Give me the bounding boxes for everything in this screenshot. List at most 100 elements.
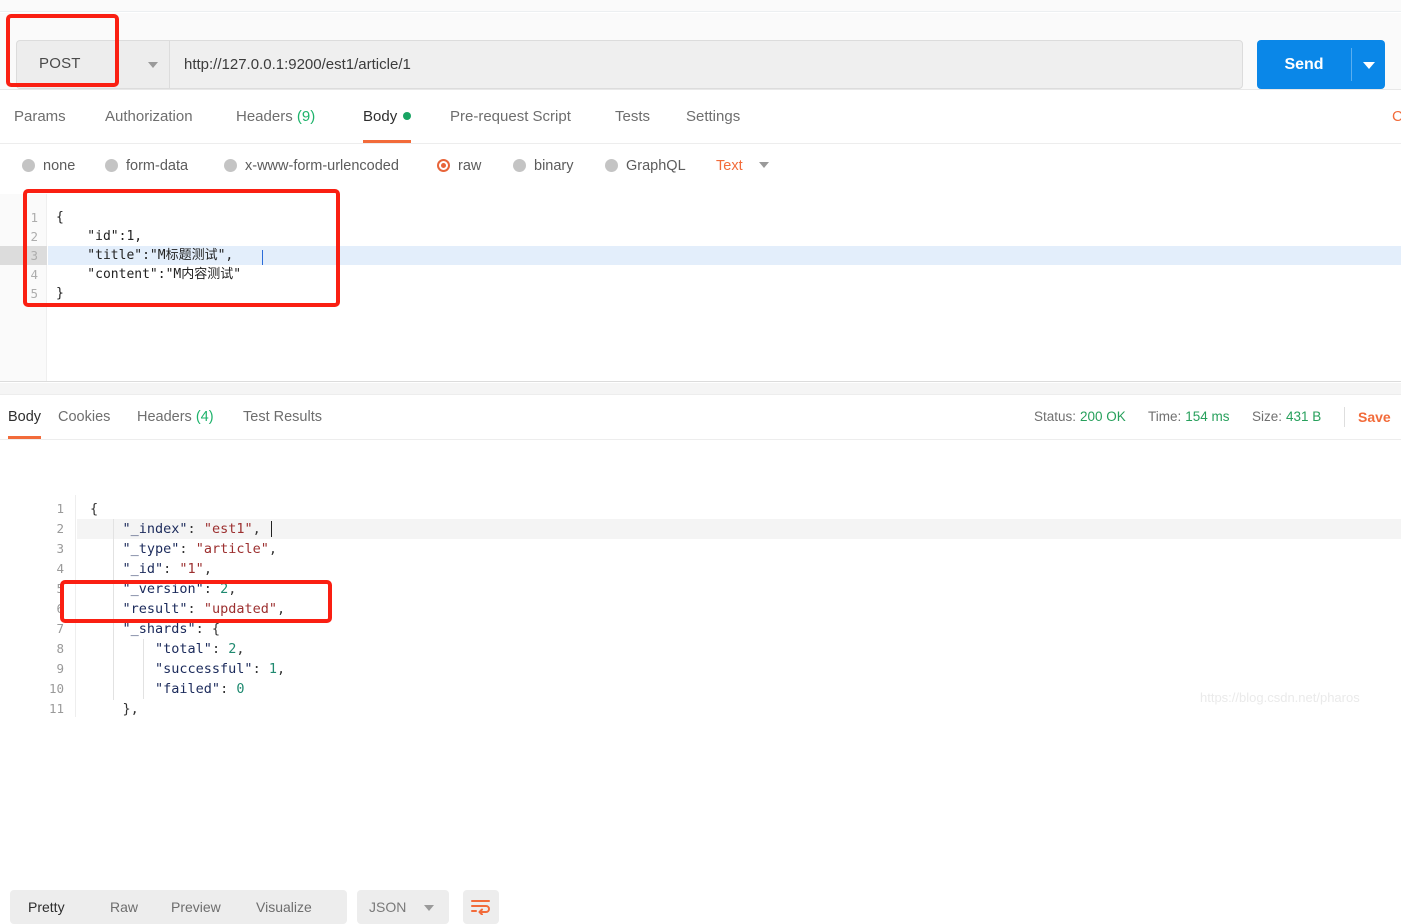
response-tab-body-label: Body bbox=[8, 409, 42, 425]
response-tab-headers-count: (4) bbox=[195, 409, 214, 425]
line-number: 7 bbox=[56, 621, 64, 636]
response-tab-headers-label: Headers bbox=[137, 409, 192, 425]
body-type-raw[interactable]: raw bbox=[437, 158, 481, 180]
save-response-button[interactable]: Save bbox=[1358, 395, 1401, 439]
response-view-mode-group: Pretty Raw Preview Visualize bbox=[10, 890, 347, 924]
line-number: 3 bbox=[30, 248, 38, 263]
response-tab-cookies[interactable]: Cookies bbox=[58, 395, 110, 439]
raw-format-selector[interactable]: Text bbox=[716, 158, 769, 174]
request-tab-bar: Params Authorization Headers (9) Body Pr… bbox=[0, 91, 1401, 144]
tab-params[interactable]: Params bbox=[14, 91, 66, 143]
response-tab-cookies-label: Cookies bbox=[58, 409, 111, 425]
body-type-x-www-form-urlencoded[interactable]: x-www-form-urlencoded bbox=[224, 158, 399, 180]
send-options-chevron-down-icon[interactable] bbox=[1363, 62, 1375, 69]
body-type-form-data-label: form-data bbox=[126, 158, 189, 174]
body-type-binary[interactable]: binary bbox=[513, 158, 574, 180]
radio-icon bbox=[224, 158, 237, 172]
request-body-line: "content":"M内容测试" bbox=[56, 267, 242, 282]
time-badge: Time: 154 ms bbox=[1148, 395, 1230, 439]
request-body-line: "title":"M标题测试", bbox=[56, 248, 234, 263]
response-body-line: "failed": 0 bbox=[155, 681, 245, 697]
line-number: 5 bbox=[30, 286, 38, 301]
request-code-area[interactable]: { "id":1, "title":"M标题测试", "content":"M内… bbox=[48, 194, 1401, 381]
response-format-selector[interactable]: JSON bbox=[357, 890, 449, 924]
time-label: Time: bbox=[1148, 409, 1182, 424]
response-body-line: "_type": "article", bbox=[122, 541, 277, 557]
watermark: https://blog.csdn.net/pharos bbox=[1200, 690, 1360, 705]
tab-body[interactable]: Body bbox=[363, 91, 412, 143]
size-badge: Size: 431 B bbox=[1252, 395, 1321, 439]
view-mode-preview[interactable]: Preview bbox=[171, 890, 221, 924]
response-body-line: "_id": "1", bbox=[122, 561, 212, 577]
response-body-line: "total": 2, bbox=[155, 641, 245, 657]
response-tab-headers[interactable]: Headers (4) bbox=[137, 395, 214, 439]
tab-headers[interactable]: Headers (9) bbox=[236, 91, 315, 143]
response-tab-body[interactable]: Body bbox=[8, 395, 42, 439]
http-method-label: POST bbox=[39, 55, 81, 72]
send-button-label: Send bbox=[1284, 56, 1324, 73]
body-type-raw-label: raw bbox=[458, 158, 482, 174]
http-method-selector[interactable]: POST bbox=[16, 40, 137, 89]
tab-authorization-label: Authorization bbox=[105, 108, 193, 125]
tab-headers-label: Headers bbox=[236, 108, 293, 125]
chevron-down-icon bbox=[424, 905, 434, 911]
response-tab-test-results-label: Test Results bbox=[243, 409, 322, 425]
tab-settings-label: Settings bbox=[686, 108, 741, 125]
line-number: 10 bbox=[48, 681, 64, 696]
response-body-line: "_version": 2, bbox=[122, 581, 237, 597]
body-type-graphql-label: GraphQL bbox=[626, 158, 686, 174]
line-number: 5 bbox=[56, 581, 64, 596]
request-body-editor[interactable]: 1 2 3 4 5 { "id":1, "title":"M标题测试", "co… bbox=[0, 194, 1401, 382]
response-format-label: JSON bbox=[369, 899, 407, 915]
status-value: 200 OK bbox=[1080, 409, 1126, 424]
view-mode-pretty[interactable]: Pretty bbox=[28, 890, 65, 924]
radio-icon bbox=[22, 158, 35, 172]
body-type-none-label: none bbox=[43, 158, 76, 174]
radio-icon bbox=[105, 158, 118, 172]
url-input[interactable]: http://127.0.0.1:9200/est1/article/1 bbox=[169, 40, 1243, 89]
response-divider-band bbox=[0, 383, 1401, 395]
response-view-toolbar: Pretty Raw Preview Visualize JSON bbox=[0, 440, 1401, 924]
view-mode-pretty-label: Pretty bbox=[28, 899, 65, 915]
response-body-viewer[interactable]: 1 2 3 4 5 6 7 8 9 10 11 { "_index": "est… bbox=[0, 495, 1401, 717]
view-mode-visualize[interactable]: Visualize bbox=[256, 890, 312, 924]
line-number: 3 bbox=[56, 541, 64, 556]
chevron-down-icon bbox=[148, 61, 158, 68]
line-number: 11 bbox=[48, 701, 64, 716]
response-body-line: "successful": 1, bbox=[155, 661, 286, 677]
body-type-none[interactable]: none bbox=[22, 158, 75, 180]
radio-icon bbox=[513, 158, 526, 172]
raw-format-label: Text bbox=[716, 158, 743, 174]
tab-settings[interactable]: Settings bbox=[686, 91, 740, 143]
body-type-form-data[interactable]: form-data bbox=[105, 158, 188, 180]
view-mode-raw[interactable]: Raw bbox=[110, 890, 138, 924]
view-mode-preview-label: Preview bbox=[171, 899, 221, 915]
body-modified-dot-icon bbox=[403, 112, 412, 121]
radio-icon bbox=[605, 158, 618, 172]
response-text-caret bbox=[271, 521, 272, 537]
status-label: Status: bbox=[1034, 409, 1077, 424]
line-number: 4 bbox=[56, 561, 64, 576]
http-method-dropdown-toggle[interactable] bbox=[137, 40, 169, 89]
response-active-line-highlight bbox=[77, 519, 1401, 539]
line-number: 1 bbox=[56, 501, 64, 516]
window-top-strip bbox=[0, 0, 1401, 12]
send-button[interactable]: Send bbox=[1257, 40, 1385, 89]
line-number: 1 bbox=[30, 210, 38, 225]
status-divider bbox=[1344, 407, 1345, 427]
tab-tests[interactable]: Tests bbox=[615, 91, 650, 143]
body-type-graphql[interactable]: GraphQL bbox=[605, 158, 686, 180]
tab-authorization[interactable]: Authorization bbox=[105, 91, 193, 143]
line-number: 2 bbox=[30, 229, 38, 244]
tab-pre-request-script[interactable]: Pre-request Script bbox=[450, 91, 571, 143]
cookies-link-clipped[interactable]: C bbox=[1392, 91, 1401, 143]
response-tab-bar: Body Cookies Headers (4) Test Results St… bbox=[0, 395, 1401, 440]
request-url-bar: POST http://127.0.0.1:9200/est1/article/… bbox=[0, 13, 1401, 90]
line-number: 4 bbox=[30, 267, 38, 282]
response-tab-test-results[interactable]: Test Results bbox=[243, 395, 322, 439]
response-body-line: "result": "updated", bbox=[122, 601, 286, 617]
word-wrap-toggle-button[interactable] bbox=[463, 890, 499, 924]
response-body-line: "_shards": { bbox=[122, 621, 221, 637]
chevron-down-icon bbox=[758, 162, 769, 169]
view-mode-visualize-label: Visualize bbox=[256, 899, 312, 915]
